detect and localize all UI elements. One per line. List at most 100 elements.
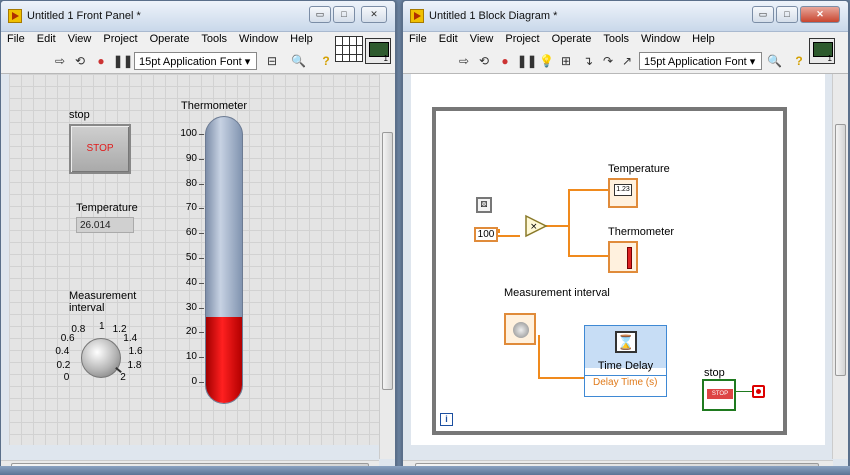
- menu-window[interactable]: Window: [233, 32, 284, 49]
- thermometer-tick-label: 30: [185, 301, 197, 313]
- step-into-icon[interactable]: ↴: [581, 54, 595, 68]
- front-panel-titlebar[interactable]: Untitled 1 Front Panel * ▭ □ ✕: [1, 1, 395, 32]
- menu-edit[interactable]: Edit: [433, 32, 464, 49]
- maximize-button[interactable]: □: [776, 6, 798, 23]
- knob-tick-label: 1.6: [128, 346, 143, 358]
- thermometer-tick: [199, 357, 204, 359]
- loop-condition-terminal[interactable]: [752, 385, 765, 398]
- thermometer-tick: [199, 134, 204, 135]
- menu-help[interactable]: Help: [284, 32, 319, 49]
- temperature-indicator: 26.014: [76, 217, 134, 233]
- block-diagram-window: Untitled 1 Block Diagram * ▭ □ ✕ File Ed…: [402, 0, 849, 475]
- wire-knob-down: [538, 335, 540, 379]
- block-diagram-canvas[interactable]: ⚄ 100 × Temperature 1.23 Thermometer Mea…: [411, 74, 825, 445]
- menu-project[interactable]: Project: [97, 32, 143, 49]
- labview-icon: [8, 9, 22, 23]
- menu-operate[interactable]: Operate: [144, 32, 196, 49]
- minimize-button[interactable]: ▭: [309, 6, 331, 23]
- run-arrow-icon[interactable]: ⇨: [457, 54, 471, 68]
- abort-icon[interactable]: ●: [94, 54, 108, 68]
- thermometer-tick-label: 0: [191, 376, 197, 387]
- font-selector-text: 15pt Application Font: [644, 56, 747, 68]
- multiply-node[interactable]: ×: [524, 214, 548, 238]
- retain-wire-values-icon[interactable]: ⊞: [559, 54, 573, 68]
- menu-edit[interactable]: Edit: [31, 32, 62, 49]
- abort-icon[interactable]: ●: [498, 54, 512, 68]
- thermometer-tick-label: 90: [185, 152, 197, 164]
- align-icon[interactable]: ⊟: [265, 54, 279, 68]
- highlight-execution-icon[interactable]: 💡: [539, 54, 554, 68]
- zoom-icon[interactable]: 🔍: [291, 54, 306, 68]
- pause-icon[interactable]: ❚❚: [113, 54, 133, 68]
- minimize-button[interactable]: ▭: [752, 6, 774, 23]
- close-button[interactable]: ✕: [800, 6, 840, 23]
- constant-100[interactable]: 100: [474, 227, 498, 242]
- vertical-scroll-thumb[interactable]: [835, 124, 846, 376]
- thermometer-tick-label: 60: [185, 227, 197, 239]
- close-button[interactable]: ✕: [361, 6, 387, 23]
- thermometer-tick: [199, 382, 204, 383]
- knob-tick-label: 0.4: [55, 346, 70, 358]
- thermometer-terminal-label: Thermometer: [608, 226, 675, 238]
- random-number-node[interactable]: ⚄: [476, 197, 492, 213]
- iteration-terminal: i: [440, 413, 453, 426]
- menu-operate[interactable]: Operate: [546, 32, 598, 49]
- menu-view[interactable]: View: [464, 32, 500, 49]
- connector-pane-icon[interactable]: [335, 36, 363, 62]
- font-selector-text: 15pt Application Font: [139, 56, 242, 68]
- thermometer-terminal-icon: [627, 247, 632, 269]
- vertical-scroll-thumb[interactable]: [382, 132, 393, 390]
- menu-project[interactable]: Project: [499, 32, 545, 49]
- block-diagram-vertical-scrollbar[interactable]: [832, 74, 848, 459]
- thermometer-tick: [199, 332, 204, 334]
- menu-view[interactable]: View: [62, 32, 98, 49]
- menu-file[interactable]: File: [403, 32, 433, 49]
- thermometer-terminal[interactable]: [608, 241, 638, 273]
- front-panel-vertical-scrollbar[interactable]: [379, 74, 395, 459]
- maximize-button[interactable]: □: [333, 6, 355, 23]
- zoom-icon[interactable]: 🔍: [767, 54, 782, 68]
- menu-help[interactable]: Help: [686, 32, 721, 49]
- wire-constant-to-multiply: [498, 235, 520, 237]
- run-continuously-icon[interactable]: ⟲: [73, 54, 87, 68]
- block-diagram-titlebar[interactable]: Untitled 1 Block Diagram * ▭ □ ✕: [403, 1, 848, 32]
- menu-file[interactable]: File: [1, 32, 31, 49]
- thermometer-fill: [206, 316, 242, 403]
- knob-tick-label: 0: [63, 372, 70, 384]
- font-selector[interactable]: 15pt Application Font ▾: [134, 52, 257, 70]
- step-out-icon[interactable]: ↗: [620, 54, 634, 68]
- measurement-interval-knob[interactable]: [81, 338, 121, 378]
- thermometer-label: Thermometer: [181, 100, 248, 112]
- thermometer-tick: [199, 183, 204, 185]
- stop-button[interactable]: STOP: [69, 124, 131, 174]
- thermometer-tick: [199, 158, 204, 160]
- stop-label: stop: [69, 109, 90, 121]
- thermometer-tick-label: 70: [185, 202, 197, 214]
- thermometer-tick-label: 100: [180, 128, 197, 139]
- time-delay-node[interactable]: ⌛ Time Delay Delay Time (s): [584, 325, 667, 397]
- front-panel-canvas[interactable]: stop STOP Temperature 26.014 Thermometer…: [9, 74, 380, 445]
- wire-branch: [568, 189, 570, 255]
- temperature-terminal[interactable]: 1.23: [608, 178, 638, 208]
- while-loop[interactable]: ⚄ 100 × Temperature 1.23 Thermometer Mea…: [432, 107, 787, 435]
- vi-icon[interactable]: [809, 38, 835, 64]
- help-icon[interactable]: ?: [319, 54, 333, 68]
- thermometer-tick-label: 40: [185, 276, 197, 288]
- step-over-icon[interactable]: ↷: [601, 54, 615, 68]
- menu-tools[interactable]: Tools: [195, 32, 233, 49]
- run-continuously-icon[interactable]: ⟲: [477, 54, 491, 68]
- delay-time-input[interactable]: Delay Time (s): [585, 375, 666, 389]
- menu-tools[interactable]: Tools: [597, 32, 635, 49]
- run-arrow-icon[interactable]: ⇨: [53, 54, 67, 68]
- measurement-interval-terminal[interactable]: [504, 313, 536, 345]
- wire-segment: [498, 229, 500, 233]
- help-icon[interactable]: ?: [792, 54, 806, 68]
- pause-icon[interactable]: ❚❚: [517, 54, 537, 68]
- block-diagram-menubar: File Edit View Project Operate Tools Win…: [403, 32, 848, 49]
- stop-terminal[interactable]: STOP: [702, 379, 736, 411]
- menu-window[interactable]: Window: [635, 32, 686, 49]
- vi-icon[interactable]: [365, 38, 391, 64]
- knob-tick-label: 0.8: [71, 324, 86, 336]
- temperature-label: Temperature: [76, 202, 138, 214]
- font-selector[interactable]: 15pt Application Font ▾: [639, 52, 762, 70]
